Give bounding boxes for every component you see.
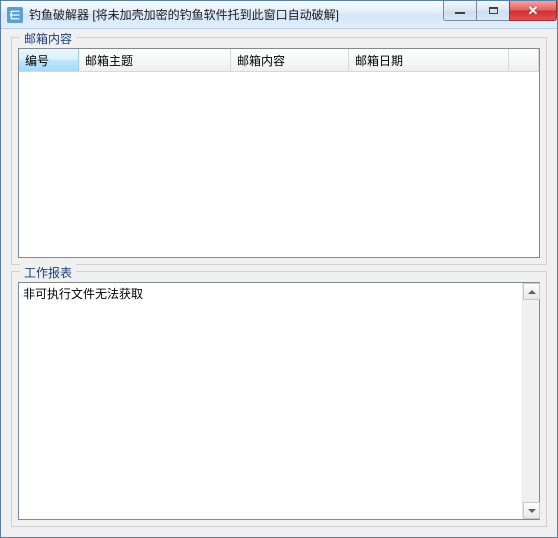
window-title: 钓鱼破解器 [将未加壳加密的钓鱼软件托到此窗口自动破解] bbox=[29, 6, 339, 23]
chevron-down-icon bbox=[528, 509, 536, 513]
report-group-label: 工作报表 bbox=[20, 264, 76, 281]
app-icon bbox=[7, 7, 23, 23]
report-textarea[interactable]: 非可执行文件无法获取 bbox=[19, 283, 522, 519]
minimize-icon bbox=[455, 12, 465, 14]
column-date[interactable]: 邮箱日期 bbox=[349, 49, 509, 71]
client-area: 邮箱内容 编号 邮箱主题 邮箱内容 邮箱日期 工作报表 非可执行文件无法获取 bbox=[1, 29, 557, 537]
column-spacer bbox=[509, 49, 539, 71]
column-id[interactable]: 编号 bbox=[19, 49, 79, 71]
report-groupbox: 工作报表 非可执行文件无法获取 bbox=[11, 271, 547, 527]
titlebar[interactable]: 钓鱼破解器 [将未加壳加密的钓鱼软件托到此窗口自动破解] ✕ bbox=[1, 1, 557, 29]
close-button[interactable]: ✕ bbox=[509, 1, 557, 21]
chevron-up-icon bbox=[528, 290, 536, 294]
mail-groupbox: 邮箱内容 编号 邮箱主题 邮箱内容 邮箱日期 bbox=[11, 37, 547, 265]
mail-group-label: 邮箱内容 bbox=[20, 30, 76, 47]
column-content[interactable]: 邮箱内容 bbox=[231, 49, 349, 71]
minimize-button[interactable] bbox=[443, 1, 477, 21]
scroll-up-button[interactable] bbox=[523, 283, 540, 300]
vertical-scrollbar[interactable] bbox=[522, 283, 539, 519]
window-controls: ✕ bbox=[444, 1, 557, 21]
maximize-button[interactable] bbox=[476, 1, 510, 21]
listview-header: 编号 邮箱主题 邮箱内容 邮箱日期 bbox=[19, 49, 539, 72]
mail-listview[interactable]: 编号 邮箱主题 邮箱内容 邮箱日期 bbox=[18, 48, 540, 258]
app-window: 钓鱼破解器 [将未加壳加密的钓鱼软件托到此窗口自动破解] ✕ 邮箱内容 编号 邮… bbox=[0, 0, 558, 538]
scroll-down-button[interactable] bbox=[523, 502, 540, 519]
report-textarea-wrap: 非可执行文件无法获取 bbox=[18, 282, 540, 520]
close-icon: ✕ bbox=[528, 3, 539, 19]
column-subject[interactable]: 邮箱主题 bbox=[79, 49, 231, 71]
maximize-icon bbox=[489, 7, 498, 14]
